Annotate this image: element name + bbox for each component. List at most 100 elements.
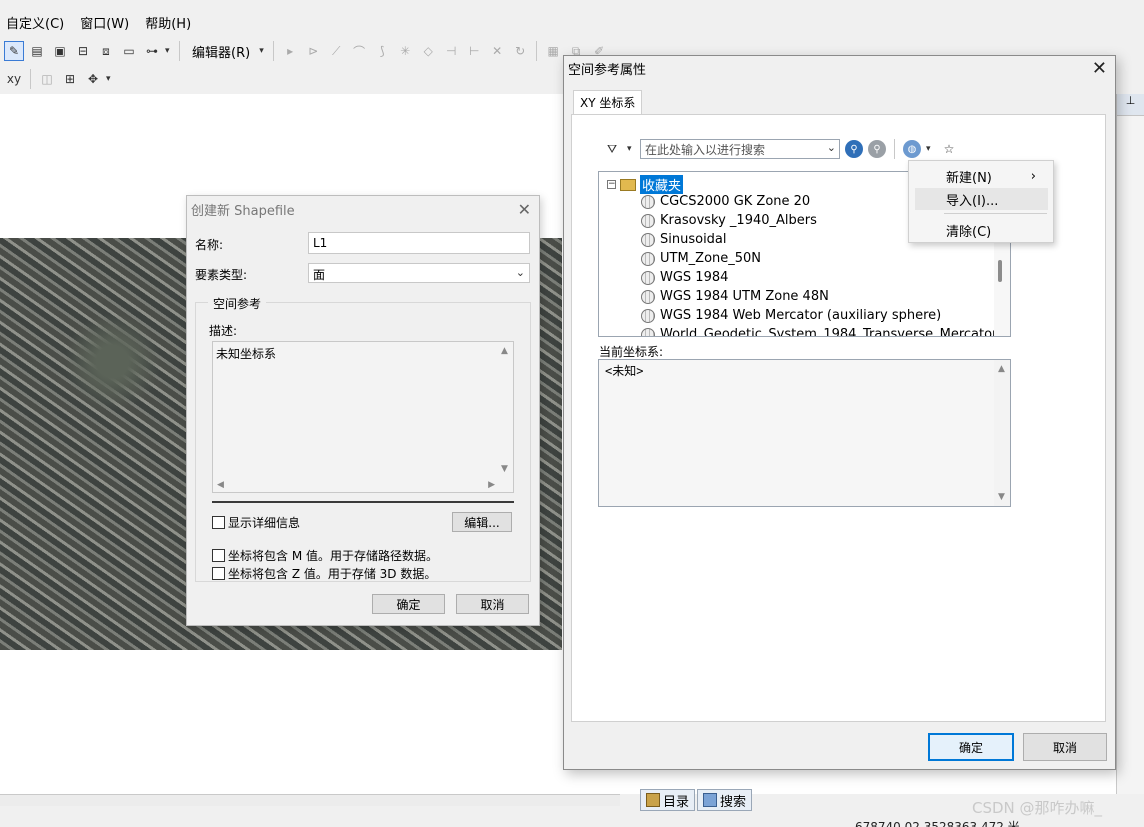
- toolbar-separator: [179, 41, 180, 61]
- clear-search-icon[interactable]: ⚲: [868, 140, 886, 158]
- vertical-scrollbar[interactable]: ▲ ▼: [994, 360, 1010, 506]
- scroll-up-icon[interactable]: ▲: [501, 346, 508, 356]
- cancel-button[interactable]: 取消: [1023, 733, 1107, 761]
- edit-tool-icon[interactable]: ✎: [4, 41, 24, 61]
- tree-item[interactable]: World_Geodetic_System_1984_Transverse_Me…: [641, 327, 997, 336]
- checkbox-box[interactable]: [212, 516, 225, 529]
- current-cs-box: <未知> ▲ ▼: [598, 359, 1011, 507]
- collapse-icon[interactable]: −: [607, 180, 616, 189]
- menu-item-new[interactable]: 新建(N) ›: [915, 165, 1048, 187]
- chevron-down-icon: ⌄: [826, 141, 836, 154]
- scroll-left-icon[interactable]: ◀: [217, 480, 224, 490]
- tab-catalog-label: 目录: [663, 794, 690, 810]
- catalog-icon[interactable]: ▣: [50, 41, 70, 61]
- tab-search-label: 搜索: [720, 794, 747, 810]
- close-icon[interactable]: ✕: [1092, 58, 1107, 79]
- split-icon[interactable]: ✕: [487, 41, 507, 61]
- tree-item-label: WGS 1984: [660, 270, 729, 285]
- editor-menu[interactable]: 编辑器(R): [186, 42, 256, 61]
- folder-icon: [620, 178, 636, 191]
- edit-pointer-icon[interactable]: ▸: [280, 41, 300, 61]
- tree-item[interactable]: Sinusoidal: [641, 232, 727, 247]
- table-icon[interactable]: ▤: [27, 41, 47, 61]
- menu-help[interactable]: 帮助(H): [145, 11, 191, 34]
- zoom-extent-icon[interactable]: ⊞: [60, 69, 80, 89]
- scroll-up-icon[interactable]: ▲: [998, 364, 1005, 374]
- menu-window[interactable]: 窗口(W): [80, 11, 129, 34]
- tree-item[interactable]: UTM_Zone_50N: [641, 251, 761, 266]
- globe-icon: [641, 308, 655, 323]
- scroll-down-icon[interactable]: ▼: [998, 492, 1005, 502]
- straight-segment-icon[interactable]: ⟋: [326, 41, 346, 61]
- toolbar-overflow-icon[interactable]: ▾: [165, 46, 173, 56]
- layout-icon[interactable]: ◫: [37, 69, 57, 89]
- search-icon[interactable]: ⚲: [845, 140, 863, 158]
- map-horizontal-scrollbar[interactable]: [0, 794, 620, 806]
- tab-catalog[interactable]: 目录: [640, 789, 696, 811]
- edit-vertices-icon[interactable]: ◇: [418, 41, 438, 61]
- menu-item-import[interactable]: 导入(I)...: [915, 188, 1048, 210]
- scroll-thumb[interactable]: [998, 260, 1002, 282]
- ok-button[interactable]: 确定: [372, 594, 445, 614]
- checkbox-box[interactable]: [212, 549, 225, 562]
- catalog-icon: [646, 793, 660, 807]
- name-input[interactable]: L1: [308, 232, 530, 254]
- menu-customize[interactable]: 自定义(C): [6, 11, 64, 34]
- xy-coordinates-icon[interactable]: xy: [4, 69, 24, 89]
- filter-dropdown-icon[interactable]: ▾: [627, 144, 635, 154]
- tree-root-favorites[interactable]: − 收藏夹: [607, 175, 684, 194]
- feature-type-select[interactable]: 面 ⌄: [308, 263, 530, 283]
- horizontal-scrollbar[interactable]: ◀ ▶: [213, 478, 499, 492]
- search-input[interactable]: 在此处输入以进行搜索 ⌄: [640, 139, 840, 159]
- python-icon[interactable]: ▭: [119, 41, 139, 61]
- edit-button[interactable]: 编辑...: [452, 512, 512, 532]
- tree-item-label: UTM_Zone_50N: [660, 251, 762, 266]
- pin-icon[interactable]: ⊥: [1117, 94, 1144, 116]
- globe-icon[interactable]: ◍: [903, 140, 921, 158]
- filter-icon[interactable]: ⛛: [602, 139, 622, 159]
- menu-item-clear[interactable]: 清除(C): [915, 219, 1048, 241]
- tab-xy-coordinate-system[interactable]: XY 坐标系: [573, 90, 643, 114]
- m-values-checkbox[interactable]: 坐标将包含 M 值。用于存储路径数据。: [212, 547, 438, 564]
- tree-item[interactable]: WGS 1984: [641, 270, 728, 285]
- cancel-button[interactable]: 取消: [456, 594, 529, 614]
- search-window-icon[interactable]: ⊟: [73, 41, 93, 61]
- cut-polygon-icon[interactable]: ⊢: [464, 41, 484, 61]
- reshape-icon[interactable]: ⊣: [441, 41, 461, 61]
- editor-dropdown-icon[interactable]: ▾: [259, 46, 267, 56]
- rotate-icon[interactable]: ↻: [510, 41, 530, 61]
- add-favorite-icon[interactable]: ☆: [939, 139, 959, 159]
- tab-search[interactable]: 搜索: [697, 789, 753, 811]
- scroll-right-icon[interactable]: ▶: [488, 480, 495, 490]
- ok-button[interactable]: 确定: [928, 733, 1014, 761]
- end-point-arc-icon[interactable]: ⌒: [349, 41, 369, 61]
- toolbar-overflow-icon[interactable]: ▾: [106, 74, 114, 84]
- close-icon[interactable]: ✕: [518, 200, 531, 219]
- attributes-icon[interactable]: ▦: [543, 41, 563, 61]
- toolbar-standard: ✎ ▤ ▣ ⊟ ⧈ ▭ ⊶ ▾ 编辑器(R) ▾ ▸ ⊳ ⟋ ⌒ ⟆ ✳ ◇ ⊣…: [0, 38, 609, 64]
- search-placeholder: 在此处输入以进行搜索: [645, 143, 766, 157]
- toolbox-icon[interactable]: ⧈: [96, 41, 116, 61]
- globe-dropdown-icon[interactable]: ▾: [926, 144, 934, 154]
- edit-annotation-icon[interactable]: ⊳: [303, 41, 323, 61]
- vertical-scrollbar[interactable]: ▲ ▼: [497, 342, 513, 478]
- tree-item[interactable]: WGS 1984 UTM Zone 48N: [641, 289, 829, 304]
- show-details-checkbox[interactable]: 显示详细信息: [212, 514, 300, 531]
- z-values-checkbox[interactable]: 坐标将包含 Z 值。用于存储 3D 数据。: [212, 565, 436, 582]
- tree-item[interactable]: WGS 1984 Web Mercator (auxiliary sphere): [641, 308, 941, 323]
- scroll-down-icon[interactable]: ▼: [501, 464, 508, 474]
- tree-item-label: CGCS2000 GK Zone 20: [660, 194, 811, 209]
- checkbox-box[interactable]: [212, 567, 225, 580]
- divider: [212, 501, 514, 503]
- point-icon[interactable]: ✳: [395, 41, 415, 61]
- tree-item-label: WGS 1984 UTM Zone 48N: [660, 289, 829, 304]
- full-extent-icon[interactable]: ✥: [83, 69, 103, 89]
- feature-type-value: 面: [313, 268, 326, 282]
- trace-icon[interactable]: ⟆: [372, 41, 392, 61]
- dialog-title: 空间参考属性: [568, 62, 647, 78]
- tree-root-label: 收藏夹: [640, 175, 684, 194]
- tree-item[interactable]: CGCS2000 GK Zone 20: [641, 194, 810, 209]
- model-builder-icon[interactable]: ⊶: [142, 41, 162, 61]
- tree-item-label: WGS 1984 Web Mercator (auxiliary sphere): [660, 308, 942, 323]
- tree-item[interactable]: Krasovsky _1940_Albers: [641, 213, 817, 228]
